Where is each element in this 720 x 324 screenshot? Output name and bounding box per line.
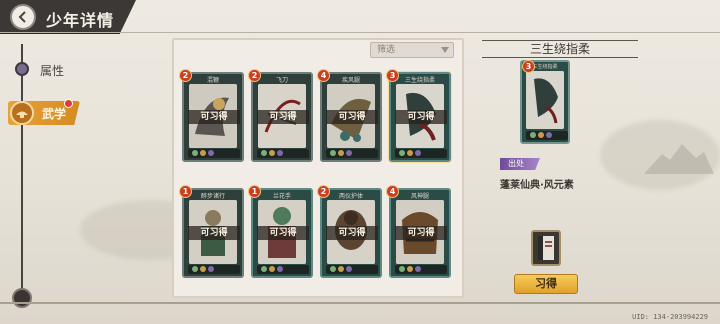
level-badge: 4 <box>317 69 330 82</box>
card-status-label: 可习得 <box>257 110 309 124</box>
source-tag: 出处 <box>500 158 540 170</box>
level-badge: 3 <box>386 69 399 82</box>
filter-label: 筛选 <box>377 45 396 55</box>
level-badge: 2 <box>179 69 192 82</box>
level-badge: 2 <box>248 69 261 82</box>
card-name: 兰花手 <box>272 193 291 200</box>
skill-book-item[interactable] <box>531 230 561 266</box>
skill-card[interactable]: 飞刀 可习得 <box>251 72 313 162</box>
source-text: 蓬莱仙典·风元素 <box>500 180 574 191</box>
header-divider <box>0 32 720 33</box>
notification-badge <box>64 99 73 108</box>
uid-label: UID: 134-203994229 <box>632 313 708 321</box>
card-status-label: 可习得 <box>395 226 447 240</box>
filter-dropdown[interactable]: 筛选 <box>370 42 454 58</box>
card-status-label: 可习得 <box>257 226 309 240</box>
card-gem-bar <box>188 265 240 274</box>
mountain-decoration-icon <box>644 144 714 174</box>
card-gem-bar <box>188 149 240 158</box>
skill-card[interactable]: 两仪护体 可习得 <box>320 188 382 278</box>
card-gem-bar <box>526 131 568 140</box>
back-arrow-icon <box>18 11 26 23</box>
card-gem-bar <box>395 149 447 158</box>
card-name: 疾风腿 <box>341 77 360 84</box>
card-name: 飞刀 <box>275 77 288 84</box>
bottom-divider <box>0 302 720 304</box>
martial-arts-icon <box>10 101 34 125</box>
nav-attributes-dot[interactable] <box>15 62 29 76</box>
nav-timeline <box>21 44 23 298</box>
card-gem-bar <box>257 265 309 274</box>
card-gem-bar <box>326 149 378 158</box>
level-badge: 1 <box>179 185 192 198</box>
back-button[interactable] <box>10 4 36 30</box>
card-status-label: 可习得 <box>326 110 378 124</box>
skill-card[interactable]: 混鞭 可习得 <box>182 72 244 162</box>
skill-card-selected[interactable]: 三生绕指柔 可习得 <box>389 72 451 162</box>
card-status-label: 可习得 <box>395 110 447 124</box>
nav-martial-arts-label: 武学 <box>42 107 67 121</box>
detail-card-artwork <box>526 71 564 129</box>
skill-card[interactable]: 疾风腿 可习得 <box>320 72 382 162</box>
card-name: 三生绕指柔 <box>404 77 435 84</box>
card-gem-bar <box>257 149 309 158</box>
level-badge: 4 <box>386 185 399 198</box>
card-name: 醉步诸行 <box>200 193 225 200</box>
card-status-label: 可习得 <box>326 226 378 240</box>
level-badge: 2 <box>317 185 330 198</box>
learn-button[interactable]: 习得 <box>514 274 578 294</box>
card-name: 混鞭 <box>206 77 219 84</box>
chevron-down-icon <box>441 47 449 53</box>
card-status-label: 可习得 <box>188 110 240 124</box>
card-status-label: 可习得 <box>188 226 240 240</box>
detail-level-badge: 3 <box>522 60 535 73</box>
card-gem-bar <box>395 265 447 274</box>
header-bar: 少年详情 <box>0 0 720 34</box>
card-name: 两仪护体 <box>338 193 363 200</box>
nav-item-attributes[interactable]: 属性 <box>40 62 64 79</box>
page-title: 少年详情 <box>46 11 115 30</box>
book-icon <box>538 236 554 260</box>
detail-title: 三生绕指柔 <box>482 40 638 58</box>
nav-bottom-node <box>12 288 32 308</box>
skill-card[interactable]: 醉步诸行 可习得 <box>182 188 244 278</box>
level-badge: 1 <box>248 185 261 198</box>
card-name: 风神腿 <box>410 193 429 200</box>
hat-icon <box>16 111 28 118</box>
card-gem-bar <box>326 265 378 274</box>
skill-card[interactable]: 风神腿 可习得 <box>389 188 451 278</box>
skill-card[interactable]: 兰花手 可习得 <box>251 188 313 278</box>
